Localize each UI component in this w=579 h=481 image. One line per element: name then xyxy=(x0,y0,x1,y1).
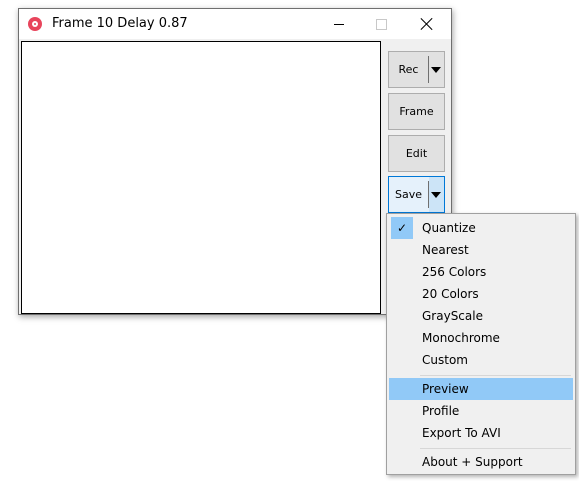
checkmark-icon: ✓ xyxy=(391,217,413,239)
split-separator xyxy=(428,181,429,208)
menu-item-custom[interactable]: Custom xyxy=(389,349,573,371)
menu-item-label: Quantize xyxy=(422,221,476,235)
frame-button-label: Frame xyxy=(399,105,434,118)
menu-item-grayscale[interactable]: GrayScale xyxy=(389,305,573,327)
menu-item-export-to-avi[interactable]: Export To AVI xyxy=(389,422,573,444)
menu-item-256-colors[interactable]: 256 Colors xyxy=(389,261,573,283)
maximize-button[interactable] xyxy=(358,9,404,39)
menu-item-label: Profile xyxy=(422,404,460,418)
split-separator xyxy=(428,56,429,83)
rec-button-label: Rec xyxy=(398,63,419,76)
edit-button[interactable]: Edit xyxy=(388,135,445,172)
menu-item-label: 20 Colors xyxy=(422,287,479,301)
rec-dropdown-arrow-icon[interactable] xyxy=(431,67,441,73)
menu-item-label: Custom xyxy=(422,353,468,367)
maximize-icon xyxy=(375,18,387,30)
menu-separator xyxy=(420,448,571,449)
close-icon xyxy=(421,18,433,30)
menu-item-label: Monochrome xyxy=(422,331,500,345)
menu-item-label: Preview xyxy=(422,382,469,396)
save-button[interactable]: Save xyxy=(388,176,445,213)
menu-item-label: Nearest xyxy=(422,243,469,257)
menu-item-about-support[interactable]: About + Support xyxy=(389,451,573,473)
save-dropdown-arrow-icon[interactable] xyxy=(431,192,441,198)
minimize-button[interactable] xyxy=(316,9,362,39)
menu-separator xyxy=(420,375,571,376)
menu-item-label: GrayScale xyxy=(422,309,483,323)
window-title: Frame 10 Delay 0.87 xyxy=(52,16,188,31)
rec-button[interactable]: Rec xyxy=(388,51,445,88)
menu-item-monochrome[interactable]: Monochrome xyxy=(389,327,573,349)
menu-item-label: Export To AVI xyxy=(422,426,501,440)
minimize-icon xyxy=(334,23,344,25)
menu-item-label: About + Support xyxy=(422,455,523,469)
frame-button[interactable]: Frame xyxy=(388,93,445,130)
menu-item-label: 256 Colors xyxy=(422,265,487,279)
close-button[interactable] xyxy=(404,9,450,39)
save-button-label: Save xyxy=(394,188,422,201)
menu-item-quantize[interactable]: ✓ Quantize xyxy=(389,217,573,239)
app-camera-icon[interactable] xyxy=(28,17,42,31)
menu-item-profile[interactable]: Profile xyxy=(389,400,573,422)
menu-item-20-colors[interactable]: 20 Colors xyxy=(389,283,573,305)
save-dropdown-menu: ✓ Quantize Nearest 256 Colors 20 Colors … xyxy=(386,213,576,475)
title-bar[interactable]: Frame 10 Delay 0.87 xyxy=(19,9,451,39)
menu-item-preview[interactable]: Preview xyxy=(389,378,573,400)
edit-button-label: Edit xyxy=(405,147,428,160)
capture-canvas[interactable] xyxy=(21,41,381,314)
menu-item-nearest[interactable]: Nearest xyxy=(389,239,573,261)
